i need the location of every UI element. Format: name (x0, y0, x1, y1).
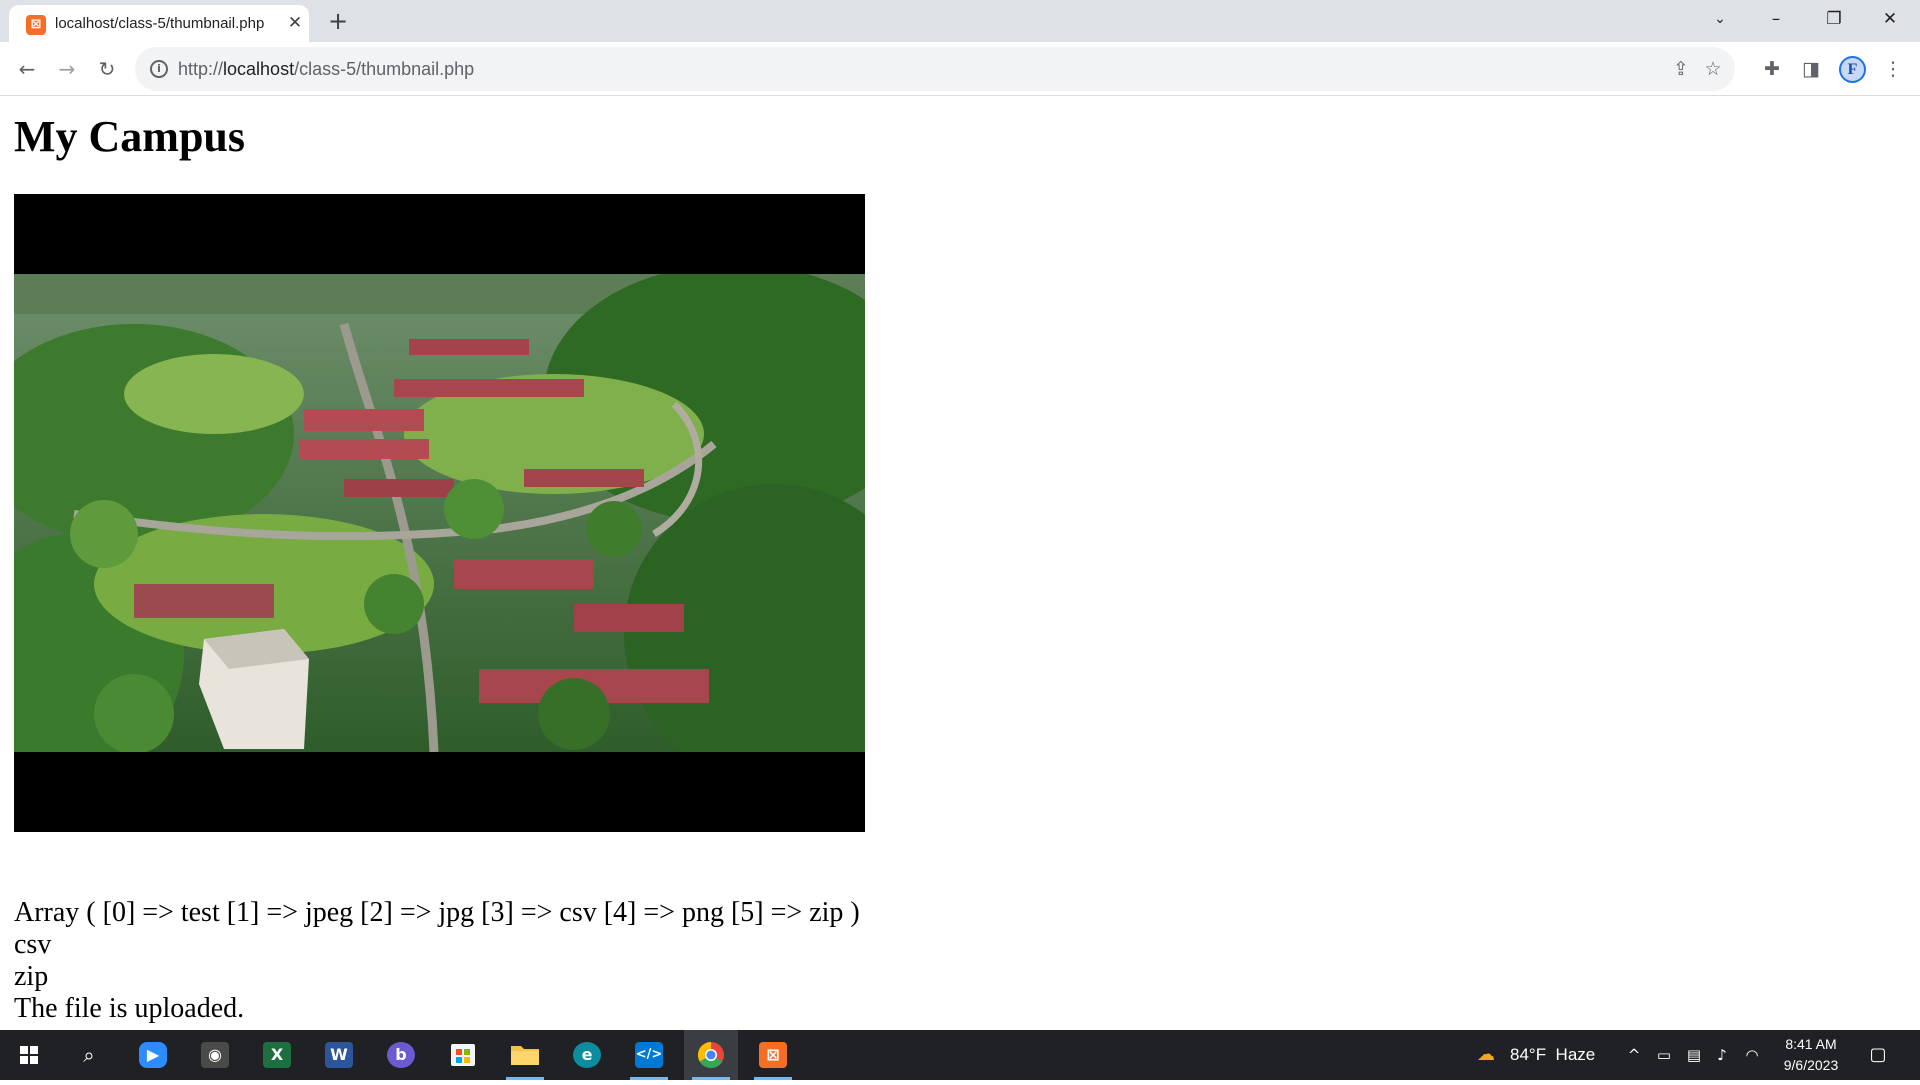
url-path: /class-5/thumbnail.php (294, 59, 475, 79)
show-hidden-icons-chevron-icon[interactable]: ^ (1624, 1045, 1644, 1065)
system-clock[interactable]: 8:41 AM 9/6/2023 (1766, 1034, 1856, 1076)
weather-condition: Haze (1555, 1045, 1596, 1064)
array-dump-line: Array ( [0] => test [1] => jpeg [2] => j… (14, 897, 860, 928)
taskbar-app-chrome[interactable] (684, 1030, 738, 1080)
taskbar-app-store[interactable] (436, 1030, 490, 1080)
wifi-icon[interactable]: ◠ (1742, 1045, 1762, 1065)
page-content: My Campus Array ([0] => test [1] => jpe… (0, 97, 1920, 1030)
browser-toolbar: ← → ↻ i http://localhost/class-5/thumbna… (0, 42, 1920, 96)
url-host: localhost (223, 59, 295, 79)
profile-avatar[interactable]: F (1839, 56, 1866, 83)
tab-title: localhost/class-5/thumbnail.php (55, 15, 265, 32)
upload-status-message: The file is uploaded. (14, 993, 245, 1024)
edge-icon: e (573, 1042, 601, 1068)
search-icon: ⌕ (83, 1043, 95, 1067)
php-output: Array ( [0] => test [1] => jpeg [2] => j… (14, 897, 860, 1025)
notifications-icon[interactable]: ▢ (1868, 1045, 1888, 1065)
store-icon (451, 1044, 475, 1066)
menu-kebab-icon[interactable]: ⋮ (1880, 56, 1906, 82)
taskbar-app-vscode[interactable]: </> (622, 1030, 676, 1080)
vscode-icon: </> (635, 1042, 663, 1068)
taskbar-app-bing[interactable]: b (374, 1030, 428, 1080)
folder-icon (511, 1046, 539, 1065)
zoom-icon: ▶ (139, 1042, 167, 1068)
new-tab-icon[interactable]: + (326, 9, 350, 33)
taskbar-app-word[interactable]: W (312, 1030, 366, 1080)
share-icon[interactable]: ⇪ (1669, 57, 1693, 81)
tab-strip: ⊠ localhost/class-5/thumbnail.php ✕ + ⌄ … (0, 0, 1920, 42)
bing-icon: b (387, 1042, 415, 1068)
windows-taskbar: ⌕ ▶ ◉ X W b e </> ⊠ ☁ 84°F Haze ^ ▭ ▤ ♪ … (0, 1030, 1920, 1080)
extensions-icon[interactable]: ✚ (1759, 56, 1785, 82)
volume-icon[interactable]: ♪ (1712, 1045, 1732, 1065)
taskbar-app-camera[interactable]: ◉ (188, 1030, 242, 1080)
campus-aerial-thumbnail (14, 274, 865, 752)
address-bar[interactable]: i http://localhost/class-5/thumbnail.php… (135, 47, 1735, 91)
taskbar-app-zoom[interactable]: ▶ (126, 1030, 180, 1080)
tab-search-icon[interactable]: ⌄ (1692, 0, 1748, 40)
weather-widget[interactable]: 84°F Haze (1510, 1030, 1595, 1080)
close-window-icon[interactable]: ✕ (1862, 0, 1918, 40)
xampp-icon: ⊠ (26, 15, 46, 35)
bookmark-star-icon[interactable]: ☆ (1701, 57, 1725, 81)
taskbar-app-excel[interactable]: X (250, 1030, 304, 1080)
windows-logo-icon (20, 1046, 38, 1064)
url-text[interactable]: http://localhost/class-5/thumbnail.php (178, 59, 474, 80)
clock-date: 9/6/2023 (1783, 1057, 1839, 1073)
video-player[interactable] (14, 194, 865, 832)
start-button[interactable] (2, 1030, 56, 1080)
site-info-icon[interactable]: i (150, 60, 168, 78)
restore-icon[interactable]: ❐ (1806, 0, 1862, 40)
camera-icon: ◉ (201, 1042, 229, 1068)
close-tab-icon[interactable]: ✕ (285, 13, 305, 33)
side-panel-icon[interactable]: ◨ (1798, 56, 1824, 82)
taskbar-app-file-explorer[interactable] (498, 1030, 552, 1080)
url-scheme: http:// (178, 59, 224, 79)
weather-haze-icon: ☁ (1477, 1044, 1495, 1065)
chrome-icon (697, 1041, 724, 1069)
weather-temperature: 84°F (1510, 1045, 1547, 1064)
taskbar-app-xampp[interactable]: ⊠ (746, 1030, 800, 1080)
xampp-icon: ⊠ (759, 1042, 787, 1068)
page-title: My Campus (14, 112, 246, 161)
battery-icon[interactable]: ▭ (1654, 1045, 1674, 1065)
excel-icon: X (263, 1042, 291, 1068)
output-line-csv: csv (14, 929, 52, 960)
browser-tab[interactable]: ⊠ localhost/class-5/thumbnail.php ✕ (9, 5, 309, 42)
network-icon[interactable]: ▤ (1684, 1045, 1704, 1065)
forward-icon[interactable]: → (51, 53, 83, 85)
search-button[interactable]: ⌕ (62, 1030, 116, 1080)
minimize-icon[interactable]: – (1748, 0, 1804, 40)
clock-time: 8:41 AM (1785, 1036, 1837, 1052)
reload-icon[interactable]: ↻ (91, 53, 123, 85)
word-icon: W (325, 1042, 353, 1068)
output-line-zip: zip (14, 961, 49, 992)
taskbar-app-edge[interactable]: e (560, 1030, 614, 1080)
back-icon[interactable]: ← (11, 53, 43, 85)
